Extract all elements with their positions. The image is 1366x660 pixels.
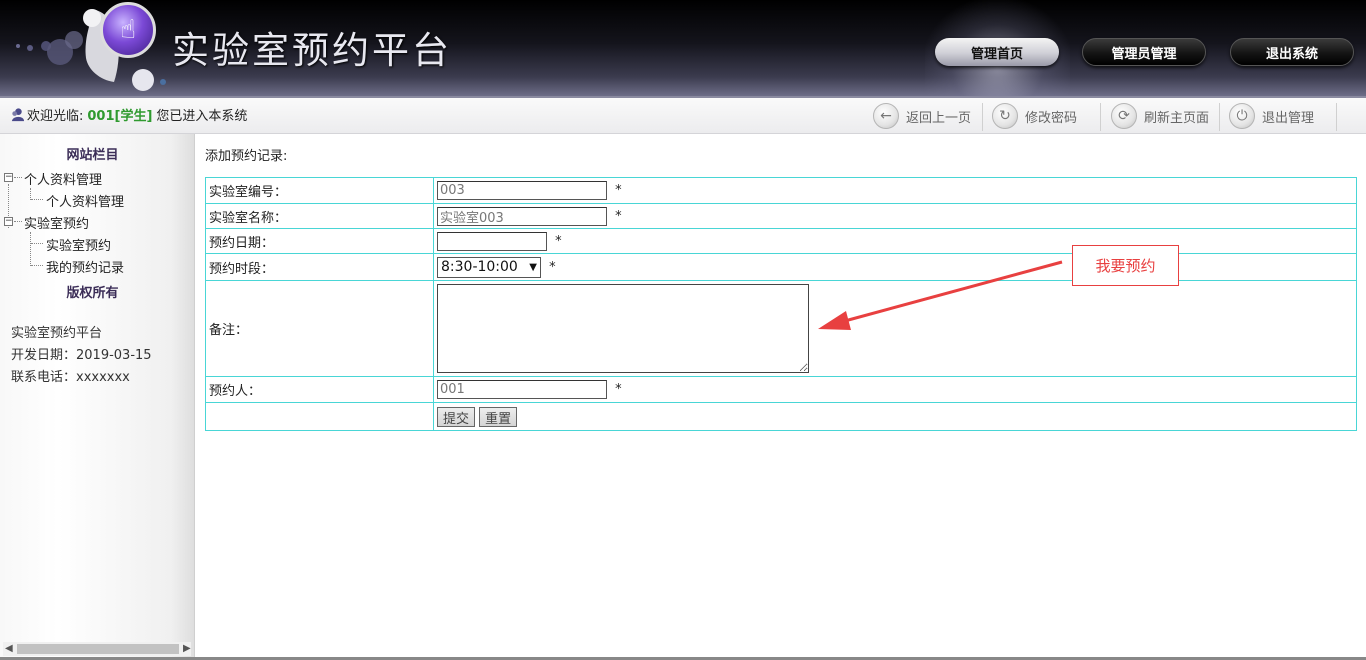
back-arrow-icon: ← [873, 103, 899, 129]
logo-icon: ☝ [100, 2, 156, 58]
back-button-label: 返回上一页 [906, 110, 972, 126]
form-cell: * [433, 203, 1357, 229]
contact-phone: 联系电话：xxxxxxx [11, 370, 130, 385]
required-mark: * [555, 233, 562, 249]
back-button[interactable]: ← 返回上一页 [873, 101, 971, 131]
password-icon: ↻ [992, 103, 1018, 129]
slot-label: 预约时段： [205, 253, 434, 281]
lab-id-label: 实验室编号： [205, 177, 434, 204]
date-label: 预约日期： [205, 228, 434, 254]
form-title: 添加预约记录: [205, 149, 288, 164]
annotation-label: 我要预约 [1072, 245, 1179, 286]
booking-form: 实验室编号： * 实验室名称： * 预约日期： * 预约时段： 8 [205, 177, 1357, 431]
scroll-left-icon[interactable]: ◀ [5, 642, 13, 656]
lab-name-label: 实验室名称： [205, 203, 434, 229]
form-cell [205, 402, 434, 431]
tree-connector [31, 243, 43, 244]
form-cell: * [433, 376, 1357, 403]
toolbar-divider [1100, 103, 1101, 131]
change-password-label: 修改密码 [1025, 110, 1078, 126]
required-mark: * [615, 208, 622, 224]
remark-textarea[interactable] [437, 284, 809, 373]
person-label: 预约人： [205, 376, 434, 403]
lab-id-input[interactable] [437, 181, 607, 200]
tree-connector [14, 221, 22, 222]
form-cell: * [433, 228, 1357, 254]
form-row: 预约日期： * [205, 228, 1357, 254]
form-cell [433, 280, 1357, 377]
form-row: 实验室编号： * [205, 177, 1357, 204]
submit-button[interactable]: 提交 [437, 406, 476, 427]
sidebar-heading: 网站栏目 [66, 148, 119, 163]
lab-name-input[interactable] [437, 206, 607, 226]
sidebar-item-lab-booking[interactable]: 实验室预约 [46, 235, 111, 254]
remark-label: 备注： [205, 280, 434, 377]
user-icon [11, 108, 25, 122]
date-input[interactable] [437, 231, 547, 251]
tree-connector [31, 265, 43, 266]
toolbar-divider [1219, 103, 1220, 131]
tree-connector [31, 199, 43, 200]
dev-date: 开发日期：2019-03-15 [11, 348, 152, 363]
required-mark: * [549, 259, 556, 275]
form-row: 备注： [205, 280, 1357, 377]
refresh-button[interactable]: ⟳ 刷新主页面 [1111, 101, 1209, 131]
nav-admin-home[interactable]: 管理首页 [935, 38, 1059, 66]
welcome-message: 欢迎光临: 001[学生] 您已进入本系统 [10, 105, 247, 124]
sidebar-scrollbar[interactable]: ◀ ▶ [3, 642, 191, 656]
form-row: 预约人： * [205, 376, 1357, 403]
form-row: 提交 重置 [205, 402, 1357, 431]
chevron-down-icon: ▼ [529, 261, 537, 273]
form-cell: * [433, 177, 1357, 204]
person-input[interactable] [437, 380, 607, 399]
required-mark: * [615, 183, 622, 198]
toolbar-divider [1336, 103, 1337, 131]
copyright-heading: 版权所有 [66, 286, 119, 301]
tree-connector [14, 177, 22, 178]
toolbar: 欢迎光临: 001[学生] 您已进入本系统 ← 返回上一页 ↻ 修改密码 ⟳ 刷… [0, 96, 1366, 134]
reset-button[interactable]: 重置 [479, 406, 518, 427]
scrollbar-thumb[interactable] [17, 644, 179, 654]
scroll-right-icon[interactable]: ▶ [183, 642, 191, 656]
change-password-button[interactable]: ↻ 修改密码 [992, 101, 1077, 131]
main-content: 添加预约记录: 实验室编号： * 实验室名称： * 预约日期： * 预约时段： [196, 134, 1366, 660]
sidebar: 网站栏目 − 个人资料管理 个人资料管理 − 实验室预约 实验室预约 我的预约记… [0, 134, 195, 660]
sidebar-item-profile[interactable]: 个人资料管理 [46, 191, 124, 210]
form-row: 预约时段： 8:30-10:00 ▼ * [205, 253, 1357, 281]
collapse-icon[interactable]: − [4, 173, 13, 182]
refresh-button-label: 刷新主页面 [1144, 110, 1210, 126]
nav-admin-manage[interactable]: 管理员管理 [1082, 38, 1206, 66]
toolbar-divider [982, 103, 983, 131]
platform-name: 实验室预约平台 [11, 326, 103, 341]
refresh-icon: ⟳ [1111, 103, 1137, 129]
sidebar-item-my-bookings[interactable]: 我的预约记录 [46, 257, 124, 276]
header: ☝ 实验室预约平台 管理首页 管理员管理 退出系统 [0, 0, 1366, 96]
site-title: 实验室预约平台 [172, 29, 452, 72]
welcome-suffix: 您已进入本系统 [156, 109, 248, 124]
sidebar-group-booking[interactable]: 实验室预约 [24, 213, 89, 232]
slot-select[interactable]: 8:30-10:00 ▼ [437, 256, 541, 278]
tree-connector [30, 232, 31, 266]
current-user: 001[学生] [87, 109, 153, 124]
collapse-icon[interactable]: − [4, 217, 13, 226]
welcome-prefix: 欢迎光临: [27, 109, 84, 124]
form-cell: 提交 重置 [433, 402, 1357, 431]
header-decoration [16, 9, 166, 91]
form-row: 实验室名称： * [205, 203, 1357, 229]
form-cell: 8:30-10:00 ▼ * [433, 253, 1357, 281]
logout-admin-label: 退出管理 [1262, 110, 1315, 126]
logout-admin-button[interactable]: ⏻ 退出管理 [1229, 101, 1314, 131]
power-icon: ⏻ [1229, 103, 1255, 129]
slot-selected-value: 8:30-10:00 [441, 259, 518, 275]
nav-logout[interactable]: 退出系统 [1230, 38, 1354, 66]
sidebar-group-profile[interactable]: 个人资料管理 [24, 169, 102, 188]
required-mark: * [615, 382, 622, 397]
